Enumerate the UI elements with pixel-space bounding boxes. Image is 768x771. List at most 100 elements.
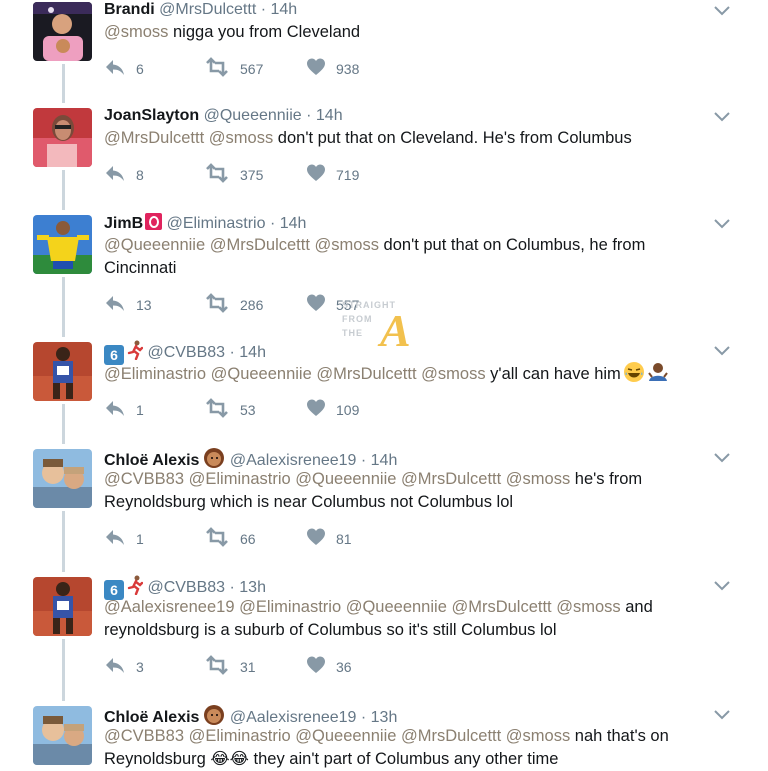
retweet-button[interactable]: 375 <box>204 162 263 188</box>
mention-link[interactable]: @smoss <box>506 727 570 745</box>
mention-link[interactable]: @CVBB83 <box>104 727 184 745</box>
avatar[interactable] <box>33 2 92 61</box>
display-name[interactable]: JoanSlayton <box>104 107 199 124</box>
replies-count: 3 <box>136 659 144 675</box>
timestamp[interactable]: 14h <box>371 452 398 469</box>
display-name[interactable]: JimB <box>104 215 143 232</box>
user-handle[interactable]: @Queeenniie <box>204 107 302 124</box>
retweet-button[interactable]: 286 <box>204 292 264 318</box>
retweets-count: 286 <box>240 297 264 313</box>
mention-link[interactable]: @Queeenniie <box>211 365 312 383</box>
woman-emoji-icon <box>203 704 225 726</box>
retweet-button[interactable]: 53 <box>204 397 256 420</box>
tweet-header: Brandi @MrsDulcettt · 14h <box>104 0 297 20</box>
reply-button[interactable]: 3 <box>104 657 144 677</box>
chevron-down-icon[interactable] <box>712 451 732 465</box>
user-handle[interactable]: @Aalexisrenee19 <box>230 709 357 726</box>
retweets-count: 31 <box>240 659 256 675</box>
retweet-icon <box>204 162 230 188</box>
mention-link[interactable]: @smoss <box>209 129 273 147</box>
mention-link[interactable]: @smoss <box>104 23 168 41</box>
mention-link[interactable]: @Eliminastrio <box>189 470 291 488</box>
chevron-down-icon[interactable] <box>712 579 732 593</box>
thread-line <box>62 277 65 337</box>
retweet-button[interactable]: 66 <box>204 526 256 549</box>
mention-link[interactable]: @MrsDulcettt <box>401 470 501 488</box>
watermark-line2: FROM <box>342 314 373 324</box>
user-handle[interactable]: @CVBB83 <box>147 579 225 596</box>
mention-link[interactable]: @MrsDulcettt <box>451 598 551 616</box>
mention-link[interactable]: @MrsDulcettt <box>210 236 310 254</box>
avatar[interactable] <box>33 449 92 508</box>
user-handle[interactable]: @Eliminastrio <box>167 215 266 232</box>
likes-count: 81 <box>336 531 352 547</box>
like-button[interactable]: 81 <box>306 527 352 552</box>
mention-link[interactable]: @MrsDulcettt <box>316 365 416 383</box>
chevron-down-icon[interactable] <box>712 708 732 722</box>
heart-icon <box>306 527 326 552</box>
user-handle[interactable]: @CVBB83 <box>147 344 225 361</box>
display-name[interactable]: Chloë Alexis <box>104 452 199 469</box>
retweet-button[interactable]: 31 <box>204 654 256 677</box>
separator: · <box>356 709 371 726</box>
mention-link[interactable]: @Aalexisrenee19 <box>104 598 235 616</box>
avatar[interactable] <box>33 706 92 765</box>
like-button[interactable]: 36 <box>306 656 352 677</box>
mention-link[interactable]: @Queeenniie <box>346 598 447 616</box>
timestamp[interactable]: 14h <box>316 107 343 124</box>
like-button[interactable]: 719 <box>306 164 359 185</box>
tweet-actions: 3 31 36 <box>104 654 404 677</box>
tweet-text-line2: reynoldsburg is a suburb of Columbus so … <box>104 621 557 639</box>
reply-arrow-icon <box>104 655 126 680</box>
avatar[interactable] <box>33 108 92 167</box>
display-name[interactable]: Chloë Alexis <box>104 709 199 726</box>
thread-line <box>62 64 65 103</box>
mention-link[interactable]: @smoss <box>421 365 485 383</box>
mention-link[interactable]: @CVBB83 <box>104 470 184 488</box>
like-button[interactable]: 109 <box>306 399 360 420</box>
reply-button[interactable]: 6 <box>104 59 144 79</box>
timestamp[interactable]: 13h <box>371 709 398 726</box>
tweet-actions: 1 53 109 <box>104 397 404 420</box>
mention-link[interactable]: @Eliminastrio <box>239 598 341 616</box>
display-name[interactable]: Brandi <box>104 1 155 18</box>
user-handle[interactable]: @Aalexisrenee19 <box>230 452 357 469</box>
reply-button[interactable]: 1 <box>104 400 144 420</box>
reply-button[interactable]: 8 <box>104 165 144 185</box>
mention-link[interactable]: @MrsDulcettt <box>104 129 204 147</box>
timestamp[interactable]: 14h <box>270 1 297 18</box>
mention-link[interactable]: @Queeenniie <box>104 236 205 254</box>
heart-icon <box>306 293 326 318</box>
mention-link[interactable]: @Eliminastrio <box>104 365 206 383</box>
reply-button[interactable]: 1 <box>104 529 144 549</box>
thread-line <box>62 404 65 444</box>
reply-button[interactable]: 13 <box>104 295 152 315</box>
timestamp[interactable]: 13h <box>239 579 266 596</box>
avatar[interactable] <box>33 342 92 401</box>
mention-link[interactable]: @Queeenniie <box>295 470 396 488</box>
chevron-down-icon[interactable] <box>712 344 732 358</box>
tweet-header: JoanSlayton @Queeenniie · 14h <box>104 106 343 126</box>
chevron-down-icon[interactable] <box>712 110 732 124</box>
timestamp[interactable]: 14h <box>280 215 307 232</box>
tweet-text-line1: and <box>620 598 653 616</box>
mention-link[interactable]: @smoss <box>506 470 570 488</box>
chevron-down-icon[interactable] <box>712 4 732 18</box>
like-button[interactable]: 938 <box>306 58 359 79</box>
likes-count: 109 <box>336 402 360 418</box>
retweet-icon <box>204 292 230 318</box>
avatar[interactable] <box>33 577 92 636</box>
mention-link[interactable]: @smoss <box>315 236 379 254</box>
retweet-button[interactable]: 567 <box>204 56 263 79</box>
mention-link[interactable]: @Queeenniie <box>295 727 396 745</box>
tweet-text: @CVBB83 @Eliminastrio @Queeenniie @MrsDu… <box>104 725 724 771</box>
mention-link[interactable]: @Eliminastrio <box>189 727 291 745</box>
retweets-count: 53 <box>240 402 256 418</box>
user-handle[interactable]: @MrsDulcettt <box>159 1 256 18</box>
tweet-text-line1: nigga you from Cleveland <box>168 23 361 41</box>
timestamp[interactable]: 14h <box>239 344 266 361</box>
mention-link[interactable]: @smoss <box>556 598 620 616</box>
avatar[interactable] <box>33 215 92 274</box>
chevron-down-icon[interactable] <box>712 217 732 231</box>
mention-link[interactable]: @MrsDulcettt <box>401 727 501 745</box>
